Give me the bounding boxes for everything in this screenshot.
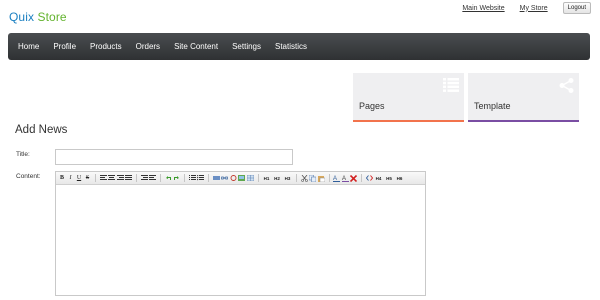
- strikethrough-button[interactable]: S: [84, 174, 92, 183]
- page-title: Add News: [15, 124, 68, 136]
- undo-icon[interactable]: [164, 174, 172, 183]
- align-center-icon[interactable]: [108, 174, 116, 183]
- copy-icon[interactable]: [309, 174, 317, 183]
- font-color-icon[interactable]: A: [333, 174, 341, 183]
- pages-tile[interactable]: Pages: [353, 73, 464, 122]
- toolbar-separator: [160, 174, 161, 182]
- logo-text-quix: Quix: [9, 10, 35, 24]
- editor-toolbar: B I U S H1 H2 H3 A A H4 H5 H6: [56, 172, 425, 185]
- toolbar-separator: [184, 174, 185, 182]
- pages-tile-label: Pages: [359, 101, 385, 111]
- align-justify-icon[interactable]: [125, 174, 133, 183]
- redo-icon[interactable]: [173, 174, 181, 183]
- nav-item-home[interactable]: Home: [18, 42, 39, 51]
- link-icon[interactable]: [221, 174, 229, 183]
- template-tile[interactable]: Template: [468, 73, 579, 122]
- content-label: Content:: [16, 173, 41, 180]
- content-editor-area[interactable]: [56, 185, 425, 295]
- store-logo[interactable]: Quix Store: [9, 10, 67, 24]
- cut-icon[interactable]: [300, 174, 308, 183]
- ordered-list-icon[interactable]: [188, 174, 196, 183]
- heading-2-button[interactable]: H2: [272, 174, 282, 183]
- heading-1-button[interactable]: H1: [262, 174, 272, 183]
- align-right-icon[interactable]: [116, 174, 124, 183]
- toolbar-separator: [296, 174, 297, 182]
- remove-format-icon[interactable]: [350, 174, 358, 183]
- heading-6-button[interactable]: H6: [395, 174, 405, 183]
- source-code-icon[interactable]: [365, 174, 373, 183]
- main-nav-bar: Home Profile Products Orders Site Conten…: [8, 33, 590, 60]
- top-links: Main Website My Store Logout: [462, 2, 591, 14]
- toolbar-separator: [136, 174, 137, 182]
- content-editor: B I U S H1 H2 H3 A A H4 H5 H6: [55, 171, 426, 296]
- unlink-icon[interactable]: [229, 174, 237, 183]
- toolbar-separator: [208, 174, 209, 182]
- nav-item-site-content[interactable]: Site Content: [174, 42, 218, 51]
- bold-button[interactable]: B: [58, 174, 66, 183]
- nav-item-settings[interactable]: Settings: [232, 42, 261, 51]
- title-label: Title:: [16, 151, 30, 158]
- template-tile-label: Template: [474, 101, 511, 111]
- image-icon[interactable]: [238, 174, 246, 183]
- logo-text-store: Store: [34, 10, 67, 24]
- toolbar-separator: [361, 174, 362, 182]
- bullet-list-icon[interactable]: [197, 174, 205, 183]
- italic-button[interactable]: I: [67, 174, 75, 183]
- share-icon: [559, 78, 574, 98]
- paste-icon[interactable]: [317, 174, 325, 183]
- logout-button[interactable]: Logout: [562, 2, 591, 14]
- heading-3-button[interactable]: H3: [283, 174, 293, 183]
- heading-4-button[interactable]: H4: [374, 174, 384, 183]
- align-left-icon[interactable]: [99, 174, 107, 183]
- title-input[interactable]: [55, 149, 293, 165]
- highlight-color-icon[interactable]: A: [341, 174, 349, 183]
- nav-item-products[interactable]: Products: [90, 42, 122, 51]
- toolbar-separator: [95, 174, 96, 182]
- indent-icon[interactable]: [149, 174, 157, 183]
- horizontal-rule-icon[interactable]: [212, 174, 220, 183]
- heading-5-button[interactable]: H5: [384, 174, 394, 183]
- nav-item-statistics[interactable]: Statistics: [275, 42, 307, 51]
- my-store-link[interactable]: My Store: [520, 5, 548, 12]
- table-icon[interactable]: [246, 174, 254, 183]
- main-website-link[interactable]: Main Website: [462, 5, 504, 12]
- underline-button[interactable]: U: [75, 174, 83, 183]
- list-icon: [443, 78, 459, 97]
- toolbar-separator: [328, 174, 330, 182]
- nav-item-orders[interactable]: Orders: [136, 42, 160, 51]
- toolbar-separator: [257, 174, 259, 182]
- outdent-icon[interactable]: [140, 174, 148, 183]
- nav-item-profile[interactable]: Profile: [53, 42, 76, 51]
- pages-tile-accent: [353, 120, 464, 122]
- template-tile-accent: [468, 120, 579, 122]
